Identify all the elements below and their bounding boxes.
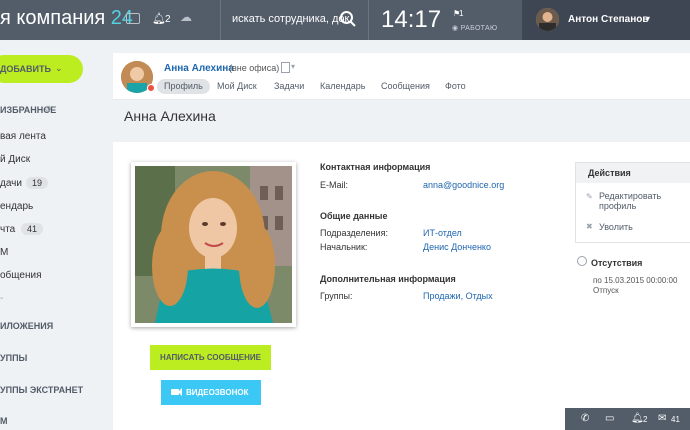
sidebar-header-groups[interactable]: УППЫ bbox=[0, 353, 27, 363]
cloud-icon[interactable]: ☁ bbox=[180, 10, 192, 24]
bottom-notifications-count: 2 bbox=[643, 415, 648, 424]
manager-label: Начальник: bbox=[320, 242, 368, 252]
email-link[interactable]: anna@goodnice.org bbox=[423, 180, 504, 190]
tasks-count: 1 bbox=[459, 9, 464, 18]
sidebar-item-mail[interactable]: чта bbox=[0, 224, 15, 235]
sidebar-item-disk[interactable]: й Диск bbox=[0, 154, 30, 165]
status-label: РАБОТАЮ bbox=[460, 25, 498, 32]
tab-messages[interactable]: Сообщения bbox=[381, 79, 430, 94]
profile-name-link[interactable]: Анна Алехина bbox=[164, 63, 234, 74]
general-section-title: Общие данные bbox=[320, 211, 388, 221]
notifications-count: 2 bbox=[165, 14, 171, 25]
chevron-down-icon: ⌄ bbox=[55, 63, 63, 73]
video-camera-icon-lens bbox=[178, 388, 182, 396]
sidebar-header-extranet[interactable]: УППЫ ЭКСТРАНЕТ bbox=[0, 385, 83, 395]
mail-count-badge: 41 bbox=[21, 223, 44, 235]
actions-header: Действия bbox=[576, 163, 690, 183]
user-name: Антон Степанов bbox=[568, 14, 649, 25]
phone-icon[interactable]: ✆ bbox=[581, 413, 589, 424]
tab-tasks[interactable]: Задачи bbox=[274, 79, 304, 94]
sidebar-item-crm[interactable]: М bbox=[0, 247, 8, 258]
sidebar-header-misc[interactable]: М bbox=[0, 416, 8, 426]
bottom-bar: ✆ ▭ 🔔︎ 2 ✉ 41 bbox=[565, 408, 690, 430]
add-label: ДОБАВИТЬ bbox=[0, 64, 51, 74]
video-call-label: ВИДЕОЗВОНОК bbox=[186, 388, 249, 397]
search-input[interactable]: искать сотрудника, док bbox=[232, 13, 349, 25]
absence-title: Отсутствия bbox=[591, 258, 643, 268]
tab-disk[interactable]: Мой Диск bbox=[217, 79, 257, 94]
sidebar: ДОБАВИТЬ ⌄ ИЗБРАННОЕ ⚙ вая лента й Диск … bbox=[0, 40, 104, 430]
avatar bbox=[536, 8, 559, 31]
bell-icon[interactable]: 🔔︎ bbox=[152, 12, 166, 25]
bottom-mail-count: 41 bbox=[671, 415, 680, 424]
department-link[interactable]: ИТ-отдел bbox=[423, 228, 462, 238]
actions-title: Действия bbox=[588, 168, 631, 178]
tab-photo[interactable]: Фото bbox=[445, 79, 466, 94]
profile-photo[interactable] bbox=[135, 166, 292, 323]
chat-icon[interactable] bbox=[126, 13, 140, 24]
absence-dates: по 15.03.2015 00:00:00 bbox=[593, 276, 678, 285]
tasks-count-badge: 19 bbox=[26, 177, 49, 189]
absence-type: Отпуск bbox=[593, 286, 619, 295]
offline-status-dot bbox=[147, 84, 155, 92]
contact-section-title: Контактная информация bbox=[320, 162, 431, 172]
manager-link[interactable]: Денис Донченко bbox=[423, 242, 491, 252]
company-logo[interactable]: я компания 24 bbox=[0, 7, 133, 30]
search-icon[interactable] bbox=[339, 10, 357, 28]
sidebar-item-messages[interactable]: общения bbox=[0, 270, 42, 281]
user-menu[interactable]: Антон Степанов ▾ bbox=[522, 0, 690, 40]
actions-panel: Действия ✎ Редактировать профиль ✖ Уволи… bbox=[575, 162, 690, 243]
groups-label: Группы: bbox=[320, 291, 353, 301]
department-label: Подразделения: bbox=[320, 228, 388, 238]
edit-profile-link[interactable]: Редактировать профиль bbox=[599, 191, 661, 211]
profile-header: Анна Алехина (вне офиса) ▾ Профиль Мой Д… bbox=[113, 53, 690, 100]
groups-link[interactable]: Продажи, Отдых bbox=[423, 291, 493, 301]
mail-icon[interactable]: ✉ bbox=[658, 413, 666, 424]
caret-down-icon: ▾ bbox=[646, 14, 651, 23]
profile-photo-frame bbox=[131, 162, 296, 327]
edit-profile-line1: Редактировать bbox=[599, 191, 662, 201]
chat-icon[interactable]: ▭ bbox=[605, 413, 614, 424]
page-title: Анна Алехина bbox=[124, 108, 216, 124]
add-button[interactable]: ДОБАВИТЬ ⌄ bbox=[0, 55, 83, 83]
chevron-down-icon[interactable]: ▾ bbox=[291, 62, 295, 71]
company-name: я компания bbox=[0, 7, 106, 29]
tab-calendar[interactable]: Календарь bbox=[320, 79, 365, 94]
write-message-label: НАПИСАТЬ СООБЩЕНИЕ bbox=[160, 353, 261, 362]
sidebar-item-more[interactable]: - bbox=[0, 293, 3, 304]
video-call-button[interactable]: ВИДЕОЗВОНОК bbox=[161, 380, 261, 405]
sidebar-item-calendar[interactable]: ендарь bbox=[0, 201, 33, 212]
close-icon: ✖ bbox=[586, 222, 593, 231]
sidebar-item-feed[interactable]: вая лента bbox=[0, 131, 46, 142]
top-bar: я компания 24 🔔︎ 2 ☁ искать сотрудника, … bbox=[0, 0, 690, 40]
list-icon[interactable] bbox=[281, 62, 290, 73]
gear-icon[interactable]: ⚙ bbox=[44, 104, 52, 115]
profile-status: (вне офиса) bbox=[229, 63, 280, 73]
clock-icon bbox=[577, 256, 587, 266]
email-label: E-Mail: bbox=[320, 180, 349, 190]
clock[interactable]: 14:17 bbox=[381, 6, 441, 34]
sidebar-header-apps[interactable]: ИЛОЖЕНИЯ bbox=[0, 321, 53, 331]
edit-profile-line2: профиль bbox=[599, 201, 637, 211]
divider bbox=[220, 0, 221, 40]
pencil-icon: ✎ bbox=[586, 192, 593, 201]
bell-icon[interactable]: 🔔︎ bbox=[631, 413, 644, 424]
sidebar-item-tasks[interactable]: дачи bbox=[0, 178, 22, 189]
fire-link[interactable]: Уволить bbox=[599, 222, 633, 232]
tab-profile[interactable]: Профиль bbox=[157, 79, 210, 94]
write-message-button[interactable]: НАПИСАТЬ СООБЩЕНИЕ bbox=[150, 345, 271, 370]
additional-section-title: Дополнительная информация bbox=[320, 274, 456, 284]
work-status[interactable]: ◉ РАБОТАЮ bbox=[452, 24, 497, 32]
divider bbox=[368, 0, 369, 40]
